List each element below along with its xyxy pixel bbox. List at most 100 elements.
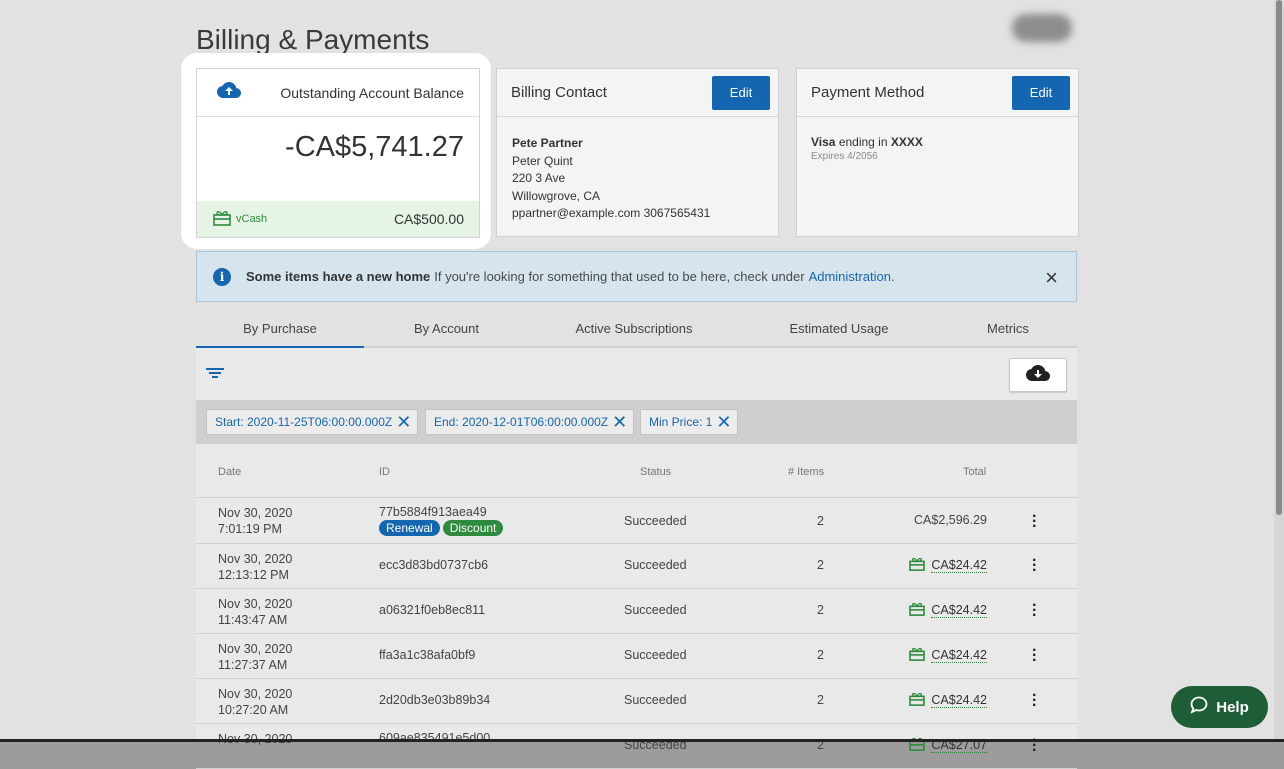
help-button[interactable]: Help xyxy=(1171,686,1268,728)
more-vert-icon[interactable]: ··· xyxy=(1032,643,1037,669)
close-icon[interactable]: ✕ xyxy=(612,413,627,431)
more-vert-icon[interactable]: ··· xyxy=(1032,553,1037,579)
gift-icon xyxy=(909,557,926,574)
table-toolbar xyxy=(196,348,1077,400)
card-expiry: Expires 4/2056 xyxy=(811,151,878,162)
balance-card-header: Outstanding Account Balance xyxy=(197,69,479,117)
filter-chip-start[interactable]: Start: 2020-11-25T06:00:00.000Z ✕ xyxy=(206,409,419,435)
help-label: Help xyxy=(1216,698,1249,716)
discount-badge: Discount xyxy=(442,520,504,536)
billing-contact-title: Billing Contact xyxy=(511,84,607,101)
renewal-badge: Renewal xyxy=(379,520,440,536)
row-date-day: Nov 30, 2020 xyxy=(218,642,293,656)
column-header-date[interactable]: Date xyxy=(218,466,241,478)
tab-by-account[interactable]: By Account xyxy=(364,310,529,346)
tab-metrics[interactable]: Metrics xyxy=(939,310,1077,346)
table-row[interactable]: Nov 30, 2020 12:13:12 PM ecc3d83bd0737cb… xyxy=(196,544,1077,589)
close-icon[interactable]: ✕ xyxy=(396,413,411,431)
gift-icon xyxy=(909,602,926,619)
contact-line: Willowgrove, CA xyxy=(512,188,601,203)
vcash-bar: vCash CA$500.00 xyxy=(197,201,479,237)
row-id: a06321f0eb8ec811 xyxy=(379,603,486,617)
row-total-amount[interactable]: CA$24.42 xyxy=(931,693,987,708)
column-header-id[interactable]: ID xyxy=(379,466,390,478)
row-id: 77b5884f913aea49 Renewal Discount xyxy=(379,505,506,536)
row-items: 2 xyxy=(817,514,824,528)
row-date-day: Nov 30, 2020 xyxy=(218,552,293,566)
row-items: 2 xyxy=(817,693,824,707)
filter-icon[interactable] xyxy=(206,366,224,385)
page: Billing & Payments Outstanding Account B… xyxy=(0,0,1274,769)
row-status: Succeeded xyxy=(624,514,687,528)
payment-method-card: Payment Method Edit Visa ending in XXXX … xyxy=(796,68,1079,237)
billing-contact-edit-button[interactable]: Edit xyxy=(712,75,770,110)
info-icon: i xyxy=(213,267,231,286)
banner-suffix: . xyxy=(890,269,895,284)
row-items: 2 xyxy=(817,603,824,617)
filter-chip-label: End: 2020-12-01T06:00:00.000Z xyxy=(434,415,609,429)
scrollbar-thumb[interactable] xyxy=(1276,0,1282,515)
close-icon[interactable]: × xyxy=(1045,265,1058,291)
close-icon[interactable]: ✕ xyxy=(716,413,731,431)
cloud-download-icon xyxy=(1026,364,1050,387)
row-items: 2 xyxy=(817,558,824,572)
row-total-amount[interactable]: CA$24.42 xyxy=(931,603,987,618)
row-total-amount[interactable]: CA$24.42 xyxy=(931,558,987,573)
filter-chip-end[interactable]: End: 2020-12-01T06:00:00.000Z ✕ xyxy=(425,409,635,435)
more-vert-icon[interactable]: ··· xyxy=(1032,688,1037,714)
row-date-day: Nov 30, 2020 xyxy=(218,506,293,520)
row-id: ffa3a1c38afa0bf9 xyxy=(379,648,476,662)
filter-chip-bar: Start: 2020-11-25T06:00:00.000Z ✕ End: 2… xyxy=(196,400,1077,444)
banner-text: If you're looking for something that use… xyxy=(434,269,805,284)
more-vert-icon[interactable]: ··· xyxy=(1032,598,1037,624)
row-status: Succeeded xyxy=(624,603,687,617)
card-brand: Visa xyxy=(811,135,836,149)
row-date: Nov 30, 2020 12:13:12 PM xyxy=(218,551,292,583)
user-avatar[interactable] xyxy=(1012,14,1072,42)
row-items: 2 xyxy=(817,648,824,662)
table-row[interactable]: Nov 30, 2020 11:43:47 AM a06321f0eb8ec81… xyxy=(196,589,1077,634)
purchases-panel: Start: 2020-11-25T06:00:00.000Z ✕ End: 2… xyxy=(196,348,1077,769)
table-row[interactable]: Nov 30, 2020 609ae835491e5d00 Succeeded … xyxy=(196,724,1077,769)
card-line: Visa ending in XXXX xyxy=(811,135,1064,149)
column-header-total[interactable]: Total xyxy=(963,466,986,478)
administration-link[interactable]: Administration xyxy=(809,269,891,284)
row-id: ecc3d83bd0737cb6 xyxy=(379,558,489,572)
tab-by-purchase[interactable]: By Purchase xyxy=(196,310,364,348)
card-last4: XXXX xyxy=(890,135,923,149)
filter-chip-label: Min Price: 1 xyxy=(649,415,713,429)
row-date-day: Nov 30, 2020 xyxy=(218,597,293,611)
vcash-label: vCash xyxy=(236,213,268,225)
download-button[interactable] xyxy=(1009,358,1067,392)
row-total-amount: CA$2,596.29 xyxy=(914,513,987,527)
row-date-time: 11:43:47 AM xyxy=(218,613,288,627)
column-header-status[interactable]: Status xyxy=(640,466,671,478)
tab-estimated-usage[interactable]: Estimated Usage xyxy=(739,310,939,346)
gift-icon xyxy=(909,647,926,664)
table-row[interactable]: Nov 30, 2020 11:27:37 AM ffa3a1c38afa0bf… xyxy=(196,634,1077,679)
row-total-amount[interactable]: CA$24.42 xyxy=(931,648,987,663)
table-header: Date ID Status # Items Total xyxy=(196,444,1077,498)
payment-method-title: Payment Method xyxy=(811,84,925,101)
balance-amount: -CA$5,741.27 xyxy=(285,131,464,163)
column-header-items[interactable]: # Items xyxy=(788,466,824,478)
cloud-upload-icon xyxy=(217,81,241,104)
row-id: 2d20db3e03b89b34 xyxy=(379,693,491,707)
vcash-amount: CA$500.00 xyxy=(393,211,464,227)
table-row[interactable]: Nov 30, 2020 7:01:19 PM 77b5884f913aea49… xyxy=(196,498,1077,544)
page-scrollbar[interactable] xyxy=(1274,0,1284,742)
info-banner: i Some items have a new home If you're l… xyxy=(196,251,1077,302)
gift-icon xyxy=(213,210,231,229)
payment-method-body: Visa ending in XXXX Expires 4/2056 xyxy=(797,117,1078,162)
row-total: CA$24.42 xyxy=(909,647,987,664)
more-vert-icon[interactable]: ··· xyxy=(1032,509,1037,535)
row-date-time: 11:27:37 AM xyxy=(218,658,288,672)
row-total: CA$24.42 xyxy=(909,692,987,709)
table-row[interactable]: Nov 30, 2020 10:27:20 AM 2d20db3e03b89b3… xyxy=(196,679,1077,724)
filter-chip-min-price[interactable]: Min Price: 1 ✕ xyxy=(640,409,739,435)
gift-icon xyxy=(909,692,926,709)
tab-active-subscriptions[interactable]: Active Subscriptions xyxy=(529,310,739,346)
billing-contact-header: Billing Contact Edit xyxy=(497,69,778,117)
row-total: CA$24.42 xyxy=(909,602,987,619)
payment-method-edit-button[interactable]: Edit xyxy=(1012,75,1070,110)
